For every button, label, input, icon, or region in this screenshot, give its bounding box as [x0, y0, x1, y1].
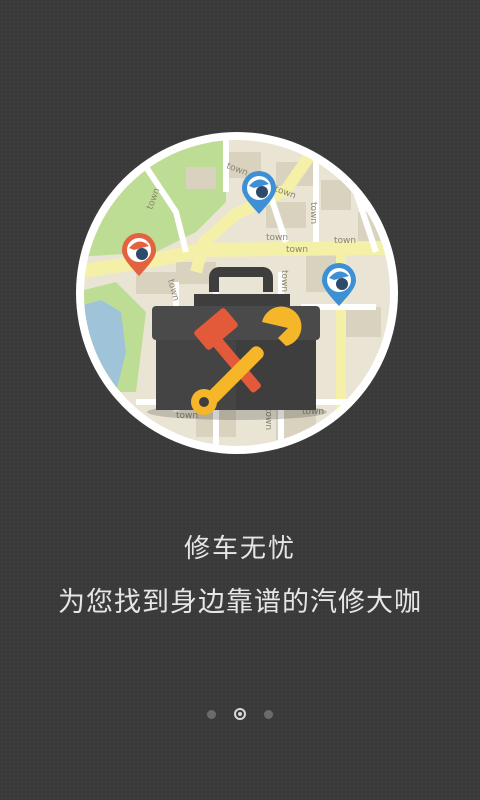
page-dot-3[interactable] — [264, 709, 273, 719]
onboarding-subtitle: 为您找到身边靠谱的汽修大咖 — [58, 587, 422, 618]
page-dot-1[interactable] — [207, 709, 216, 719]
street-label: town — [334, 236, 356, 246]
onboarding-title: 修车无忧 — [183, 534, 296, 564]
page-indicator — [0, 704, 480, 724]
onboarding-screen: town town town town town town town town … — [0, 0, 480, 800]
map-toolbox-illustration: town town town town town town town town … — [76, 132, 398, 454]
street-label: town — [279, 270, 289, 292]
page-dot-2-active[interactable] — [234, 708, 246, 720]
street-label: town — [266, 233, 288, 243]
street-label: town — [308, 202, 318, 224]
street-label: town — [286, 245, 308, 255]
